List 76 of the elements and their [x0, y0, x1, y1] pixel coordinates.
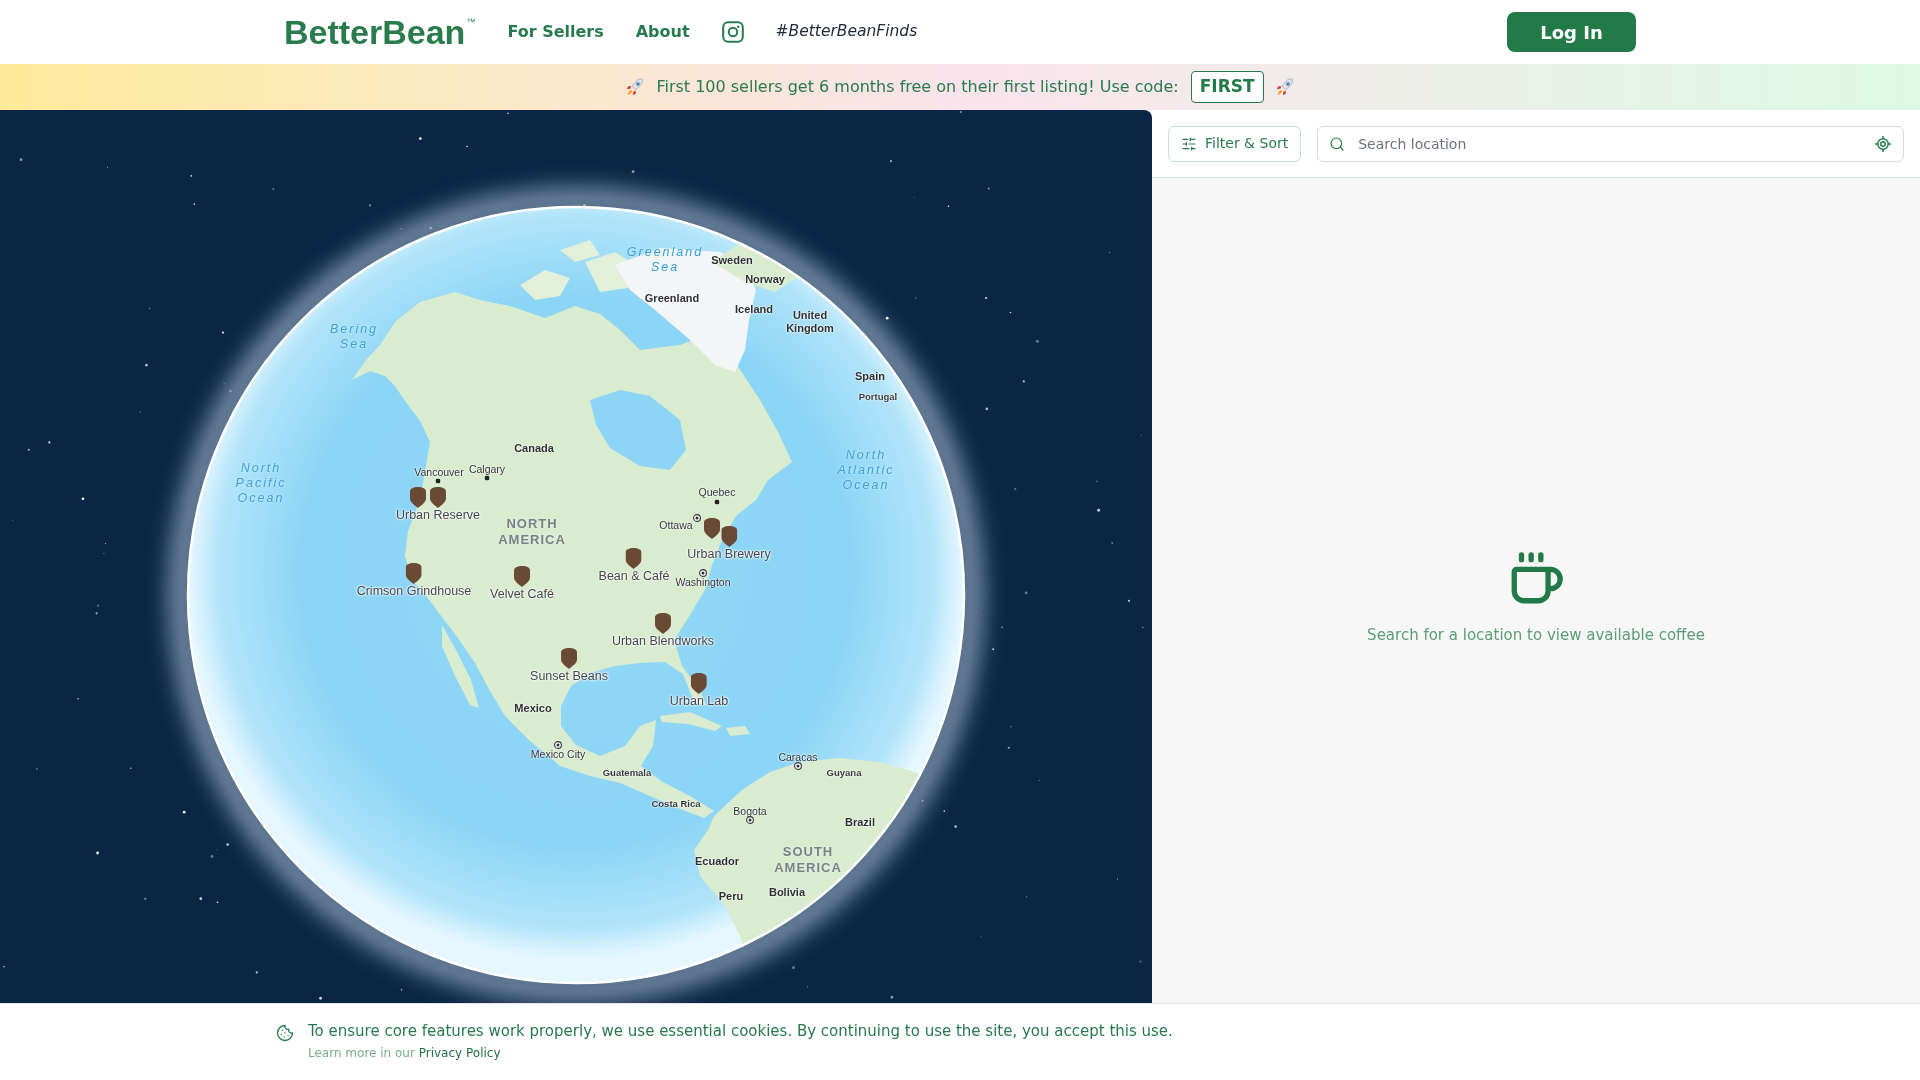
- capital-dot-icon: [693, 514, 701, 522]
- login-button[interactable]: Log In: [1507, 12, 1636, 52]
- country-label: Canada: [514, 441, 554, 455]
- capital-dot-icon: [699, 569, 707, 577]
- promo-code: FIRST: [1190, 71, 1264, 103]
- continent-label: NORTH AMERICA: [498, 516, 566, 548]
- rocket-icon: [1275, 78, 1294, 96]
- country-label: United Kingdom: [786, 309, 834, 335]
- city-label: Washington: [675, 576, 731, 588]
- nav-link[interactable]: About: [635, 20, 690, 44]
- city-dot-icon: [714, 499, 720, 505]
- shop-label[interactable]: Velvet Café: [490, 587, 554, 601]
- map-pin-icon[interactable]: [410, 487, 426, 508]
- betterbean-logo[interactable]: BetterBean$^{™}$: [284, 14, 476, 50]
- shop-label[interactable]: Sunset Beans: [530, 669, 608, 683]
- country-label: Ecuador: [695, 854, 739, 868]
- country-label: Norway: [745, 272, 785, 286]
- city-label: Bogota: [733, 805, 767, 817]
- map-pin-icon[interactable]: [561, 648, 577, 669]
- map-pin-icon[interactable]: [626, 548, 642, 569]
- city-label: Caracas: [778, 751, 818, 763]
- country-label: Peru: [718, 889, 744, 903]
- shop-label[interactable]: Urban Lab: [669, 694, 729, 708]
- country-label: Costa Rica: [651, 797, 701, 809]
- cookie-icon: [276, 1024, 294, 1042]
- continent-label: SOUTH AMERICA: [774, 844, 842, 876]
- sea-label: Greenland Sea: [626, 245, 704, 275]
- country-label: Guatemala: [602, 766, 652, 778]
- map-pin-icon[interactable]: [430, 487, 446, 508]
- search-icon: [1329, 135, 1346, 152]
- map-pin-icon[interactable]: [655, 613, 671, 634]
- cookie-message: To ensure core features work properly, we use essential cookies. By continuing to use the site, you accept this use.: [308, 1021, 1173, 1042]
- country-label: Brazil: [845, 815, 875, 829]
- capital-dot-icon: [794, 762, 802, 770]
- sea-label: North Atlantic Ocean: [837, 447, 895, 493]
- map-pin-icon[interactable]: [721, 526, 737, 547]
- empty-state-message: Search for a location to view available coffee: [1367, 625, 1705, 647]
- country-label: Bolivia: [768, 885, 806, 899]
- country-label: Greenland: [644, 291, 700, 305]
- shop-label[interactable]: Urban Brewery: [687, 547, 771, 561]
- camera-icon[interactable]: [721, 21, 744, 43]
- city-dot-icon: [484, 475, 490, 481]
- capital-dot-icon: [746, 816, 754, 824]
- country-label: Sweden: [711, 253, 753, 267]
- city-label: Ottawa: [659, 519, 693, 531]
- sea-label: North Pacific Ocean: [235, 460, 287, 506]
- city-label: Mexico City: [530, 748, 586, 760]
- city-label: Quebec: [698, 486, 736, 498]
- map-pin-icon[interactable]: [406, 563, 422, 584]
- map-pin-icon[interactable]: [691, 673, 707, 694]
- city-label: Calgary: [468, 463, 506, 475]
- sea-label: Bering Sea: [329, 322, 379, 352]
- promo-text: First 100 sellers get 6 months free on their first listing! Use code:: [656, 76, 1179, 98]
- capital-dot-icon: [554, 741, 562, 749]
- country-label: Spain: [855, 369, 885, 383]
- privacy-policy-link[interactable]: Privacy Policy: [418, 1046, 501, 1060]
- city-label: Vancouver: [414, 466, 464, 478]
- map-pin-icon[interactable]: [704, 518, 720, 539]
- privacy-note: Learn more in our Privacy Policy: [308, 1045, 502, 1061]
- shop-label[interactable]: Urban Reserve: [395, 508, 481, 522]
- map-pin-icon[interactable]: [514, 566, 530, 587]
- filter-sort-button[interactable]: Filter & Sort: [1168, 125, 1302, 162]
- city-dot-icon: [435, 478, 441, 484]
- country-label: Mexico: [514, 701, 552, 715]
- rocket-icon: [626, 78, 645, 96]
- crosshair-icon[interactable]: [1874, 134, 1892, 153]
- shop-label[interactable]: Crimson Grindhouse: [356, 584, 472, 598]
- country-label: Guyana: [826, 766, 862, 778]
- nav-link[interactable]: For Sellers: [507, 20, 604, 44]
- country-label: Iceland: [735, 302, 773, 316]
- hashtag-link[interactable]: #BetterBeanFinds: [775, 20, 918, 44]
- shop-label[interactable]: Bean & Café: [598, 569, 670, 583]
- search-field[interactable]: Search location: [1317, 125, 1904, 162]
- sliders-icon: [1181, 135, 1197, 152]
- shop-label[interactable]: Urban Blendworks: [611, 634, 715, 648]
- country-label: Portugal: [858, 390, 898, 402]
